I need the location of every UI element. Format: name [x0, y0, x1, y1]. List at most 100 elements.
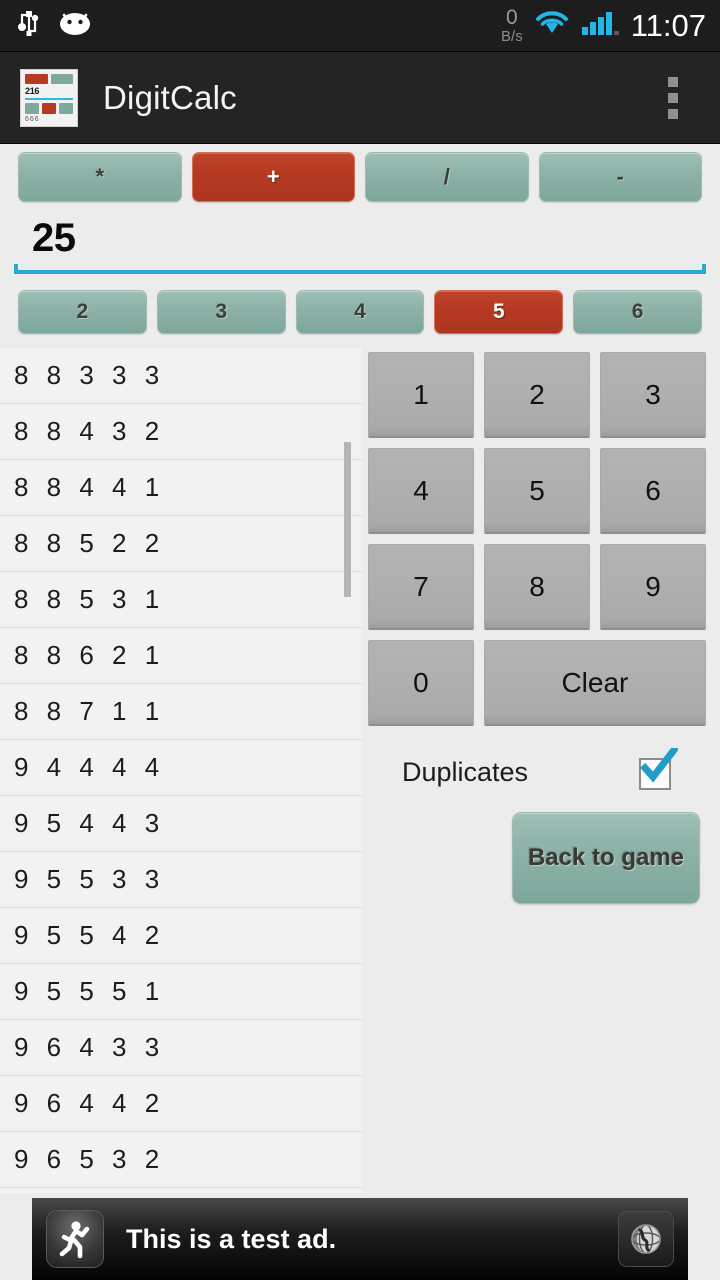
- status-bar-right: 0 B/s 11:07: [501, 7, 706, 44]
- keypad-key-5[interactable]: 5: [484, 448, 590, 534]
- digit-count-button-3[interactable]: 3: [156, 290, 286, 334]
- list-item[interactable]: 9 6 4 4 2: [0, 1076, 362, 1132]
- numeric-keypad: 1 2 3 4 5 6 7 8 9 0 Clear: [368, 352, 706, 736]
- keypad-key-0[interactable]: 0: [368, 640, 474, 726]
- duplicates-option-row: Duplicates: [368, 748, 706, 796]
- operator-label: +: [266, 164, 280, 189]
- app-logo-underline: [25, 98, 73, 100]
- list-item[interactable]: 8 8 4 4 1: [0, 460, 362, 516]
- app-logo-icon: 216 666: [20, 68, 78, 127]
- app-logo-btn-red-2: [42, 102, 56, 114]
- keypad-key-label: 8: [529, 570, 545, 602]
- list-item[interactable]: 9 5 5 3 3: [0, 852, 362, 908]
- app-logo-number: 216: [25, 86, 40, 97]
- ad-text: This is a test ad.: [126, 1223, 337, 1254]
- digit-count-button-row: 2 3 4 5 6: [0, 290, 720, 334]
- list-item[interactable]: 9 5 5 4 2: [0, 908, 362, 964]
- overflow-dot-2: [668, 92, 678, 103]
- digit-count-button-4[interactable]: 4: [295, 290, 425, 334]
- list-item[interactable]: 8 8 5 3 1: [0, 572, 362, 628]
- ad-right-spacer: [688, 1198, 720, 1280]
- list-item[interactable]: 8 8 7 1 1: [0, 684, 362, 740]
- keypad-key-label: 7: [413, 570, 429, 602]
- keypad-key-9[interactable]: 9: [600, 544, 706, 630]
- back-to-game-label: Back to game: [527, 844, 685, 871]
- keypad-key-label: Clear: [561, 666, 629, 698]
- keypad-key-label: 0: [413, 666, 429, 698]
- ad-left-spacer: [0, 1198, 32, 1280]
- checkbox-checked-icon: [640, 748, 678, 783]
- keypad-key-label: 2: [529, 378, 545, 410]
- list-item[interactable]: 9 6 5 3 2: [0, 1132, 362, 1188]
- digit-count-label: 3: [215, 300, 228, 323]
- globe-icon[interactable]: [618, 1211, 674, 1267]
- app-logo-btn-teal: [50, 73, 73, 85]
- network-speed-value: 0: [506, 6, 518, 29]
- list-item[interactable]: 9 6 4 3 3: [0, 1020, 362, 1076]
- keypad-row: 0 Clear: [368, 640, 706, 726]
- keypad-key-6[interactable]: 6: [600, 448, 706, 534]
- app-logo-bottom-buttons: [25, 102, 73, 114]
- operator-label: *: [95, 164, 105, 189]
- list-item[interactable]: 8 8 4 3 2: [0, 404, 362, 460]
- keypad-row: 4 5 6: [368, 448, 706, 534]
- list-scrollbar-thumb[interactable]: [344, 442, 351, 597]
- app-screen: 0 B/s 11:07 216 666 DigitCalc * + / - 25…: [0, 0, 720, 1280]
- list-item[interactable]: 8 8 3 3 3: [0, 348, 362, 404]
- digit-count-button-5[interactable]: 5: [434, 290, 564, 334]
- usb-icon: [16, 7, 42, 44]
- digit-count-label: 4: [354, 300, 366, 323]
- page-title: DigitCalc: [103, 78, 237, 116]
- keypad-key-7[interactable]: 7: [368, 544, 474, 630]
- status-bar: 0 B/s 11:07: [0, 0, 720, 52]
- list-item[interactable]: 9 4 4 4 4: [0, 740, 362, 796]
- running-person-icon: [46, 1210, 104, 1268]
- network-speed-unit: B/s: [501, 28, 523, 45]
- digit-count-button-2[interactable]: 2: [18, 290, 147, 334]
- keypad-key-8[interactable]: 8: [484, 544, 590, 630]
- display-value: 25: [32, 216, 76, 260]
- keypad-row: 7 8 9: [368, 544, 706, 630]
- duplicates-label: Duplicates: [402, 756, 529, 787]
- wifi-icon: [535, 9, 569, 42]
- operator-button-plus[interactable]: +: [191, 152, 355, 202]
- keypad-key-3[interactable]: 3: [600, 352, 706, 438]
- app-logo-btn-teal-2: [25, 102, 39, 114]
- overflow-menu-icon[interactable]: [662, 71, 684, 125]
- app-logo-btn-teal-3: [59, 102, 73, 114]
- app-logo-top-buttons: [25, 73, 73, 85]
- operator-button-minus[interactable]: -: [538, 152, 702, 202]
- ad-banner[interactable]: This is a test ad.: [32, 1198, 688, 1280]
- display-underline: [14, 264, 706, 274]
- keypad-row: 1 2 3: [368, 352, 706, 438]
- results-list[interactable]: 8 8 3 3 38 8 4 3 28 8 4 4 18 8 5 2 28 8 …: [0, 348, 362, 1193]
- overflow-dot-3: [668, 108, 678, 119]
- keypad-key-4[interactable]: 4: [368, 448, 474, 534]
- digit-count-button-6[interactable]: 6: [573, 290, 702, 334]
- network-speed-indicator: 0 B/s: [501, 7, 523, 44]
- duplicates-checkbox[interactable]: [636, 748, 678, 792]
- keypad-key-label: 4: [413, 474, 429, 506]
- status-bar-left: [16, 7, 92, 44]
- operator-button-row: * + / -: [0, 152, 720, 202]
- list-item[interactable]: 9 5 4 4 3: [0, 796, 362, 852]
- operator-button-divide[interactable]: /: [365, 152, 529, 202]
- keypad-key-2[interactable]: 2: [484, 352, 590, 438]
- status-bar-clock: 11:07: [630, 7, 706, 43]
- keypad-key-clear[interactable]: Clear: [483, 640, 706, 726]
- android-head-icon: [58, 10, 92, 41]
- list-item[interactable]: 8 8 6 2 1: [0, 628, 362, 684]
- operator-button-multiply[interactable]: *: [18, 152, 182, 202]
- operator-label: /: [443, 164, 450, 189]
- list-item[interactable]: 8 8 5 2 2: [0, 516, 362, 572]
- action-bar: 216 666 DigitCalc: [0, 52, 720, 144]
- back-to-game-button[interactable]: Back to game: [512, 812, 700, 904]
- result-display-field[interactable]: 25: [14, 212, 706, 274]
- app-logo-footer: 666: [25, 115, 40, 123]
- list-item[interactable]: 9 5 5 5 1: [0, 964, 362, 1020]
- keypad-key-1[interactable]: 1: [368, 352, 474, 438]
- overflow-dot-1: [668, 76, 678, 87]
- digit-count-label: 6: [631, 300, 644, 323]
- keypad-key-label: 3: [645, 378, 661, 410]
- keypad-key-label: 1: [413, 378, 429, 410]
